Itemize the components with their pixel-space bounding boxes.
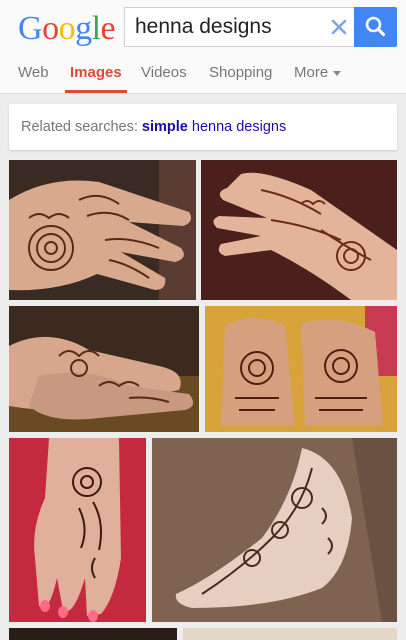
logo-letter: o (42, 10, 59, 47)
search-button[interactable] (354, 7, 397, 47)
chevron-down-icon (333, 70, 342, 76)
image-result[interactable] (9, 628, 177, 640)
clear-search-button[interactable] (328, 16, 350, 38)
tab-shopping[interactable]: Shopping (209, 56, 272, 93)
logo-letter: l (91, 10, 101, 47)
image-result[interactable] (9, 306, 199, 432)
tab-more[interactable]: More (294, 56, 342, 93)
search-icon (365, 16, 386, 37)
henna-hand-pink-nails-thumbnail (9, 438, 146, 622)
result-thumbnail (9, 628, 177, 640)
tab-label: Shopping (209, 64, 273, 81)
henna-foot-thumbnail (152, 438, 397, 622)
related-suggestion-link[interactable]: simple henna designs (142, 119, 286, 135)
henna-feet-thumbnail (9, 306, 199, 432)
image-result[interactable] (9, 160, 196, 300)
logo-letter: o (58, 10, 76, 47)
google-logo[interactable]: Google (18, 10, 116, 48)
logo-letter: g (75, 10, 92, 47)
search-box (124, 7, 354, 47)
image-result[interactable] (183, 628, 397, 640)
tab-label: More (294, 64, 329, 81)
tab-videos[interactable]: Videos (141, 56, 187, 93)
tab-images[interactable]: Images (65, 56, 127, 93)
tab-web[interactable]: Web (18, 56, 49, 93)
image-result[interactable] (201, 160, 397, 300)
search-input[interactable] (135, 8, 321, 46)
result-thumbnail (183, 628, 397, 640)
logo-letter: G (18, 10, 43, 47)
top-bar: Google (0, 0, 406, 56)
search-tabs: Web Images Videos Shopping More (0, 56, 406, 94)
logo-letter: e (100, 10, 116, 47)
suggestion-bold-text: simple (141, 119, 188, 135)
close-icon (331, 19, 347, 35)
henna-hand-thumbnail (201, 160, 397, 300)
tab-label: Videos (141, 64, 187, 81)
image-result[interactable] (152, 438, 397, 622)
henna-palm-thumbnail (9, 160, 196, 300)
image-result[interactable] (205, 306, 397, 432)
related-searches-label: Related searches: (21, 119, 138, 135)
henna-palms-thumbnail (205, 306, 397, 432)
tab-label: Web (18, 64, 49, 81)
tab-label: Images (70, 64, 122, 81)
image-result[interactable] (9, 438, 146, 622)
related-searches: Related searches: simple henna designs (9, 104, 397, 150)
suggestion-text: henna designs (191, 119, 287, 135)
